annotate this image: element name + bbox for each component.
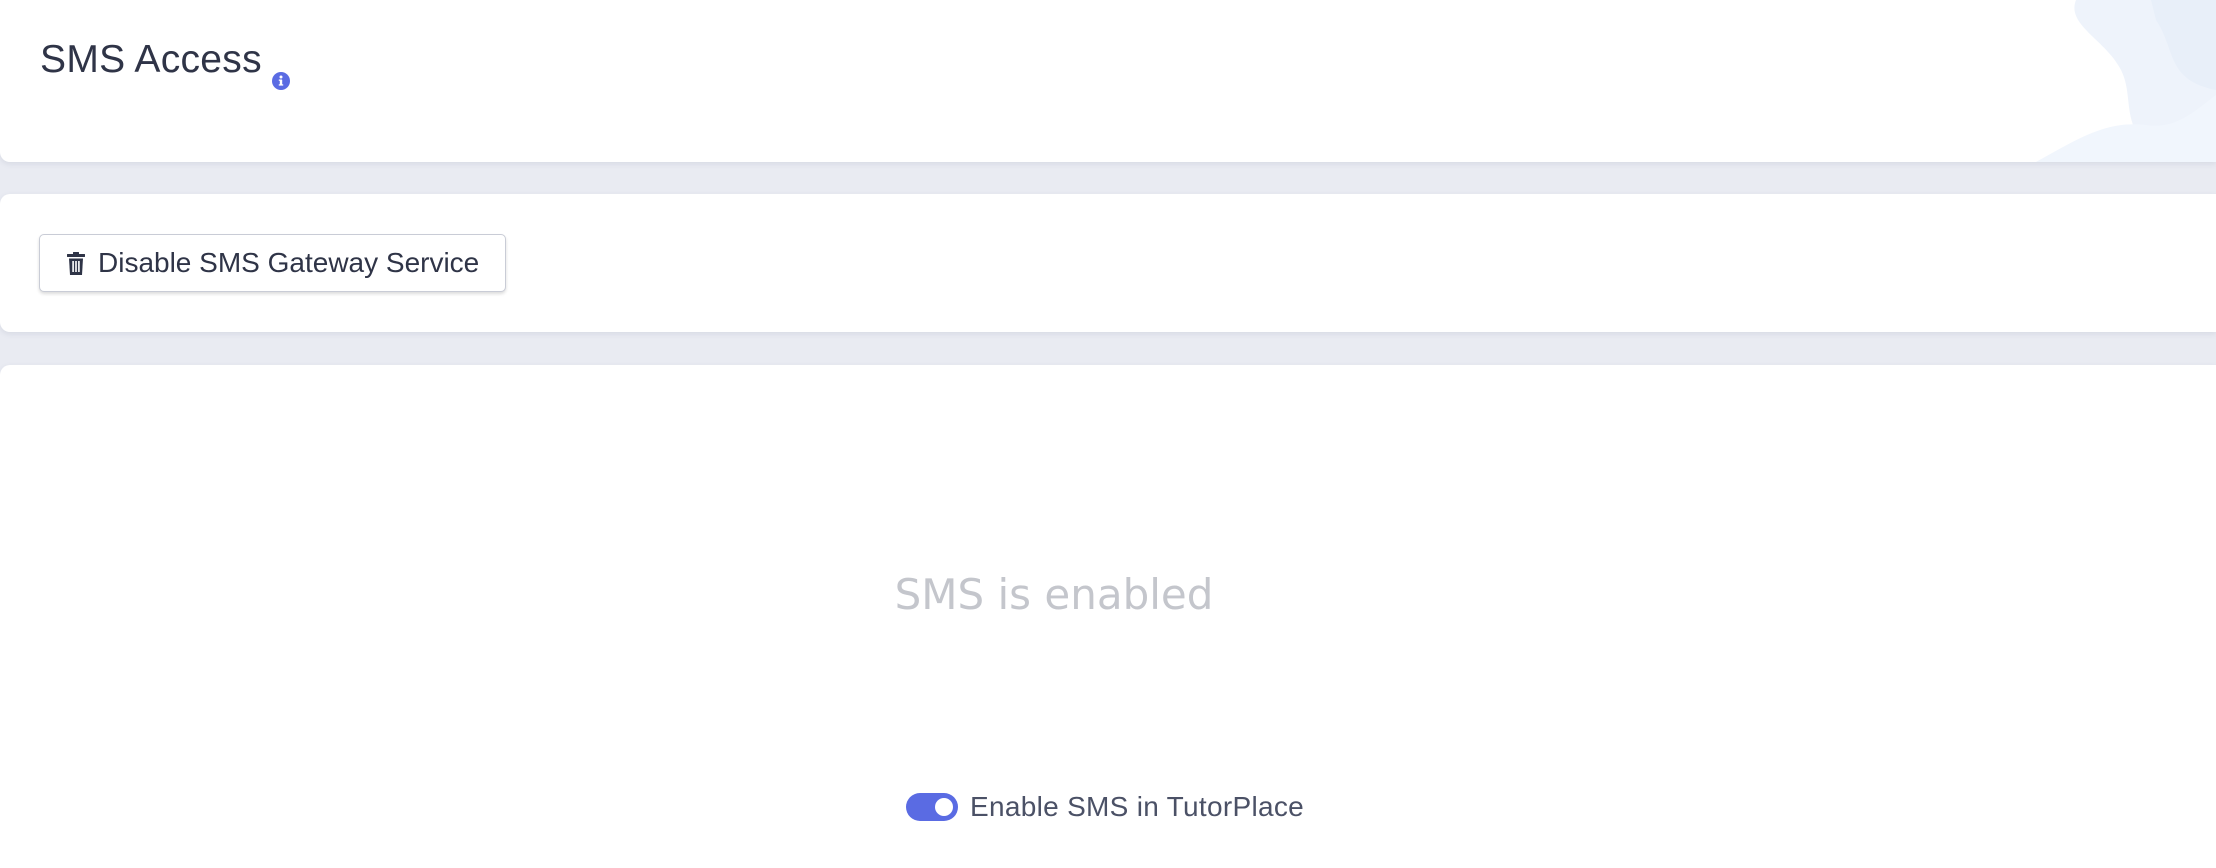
toggle-knob — [935, 798, 953, 816]
sms-status-panel: SMS is enabled Enable SMS in TutorPlace — [0, 365, 2216, 868]
trash-icon — [66, 251, 86, 275]
sms-status-text: SMS is enabled — [894, 570, 1214, 619]
page-header: SMS Access — [0, 0, 2216, 162]
decorative-wave-graphic — [2036, 0, 2216, 162]
enable-sms-toggle[interactable] — [906, 793, 958, 821]
enable-sms-toggle-label: Enable SMS in TutorPlace — [970, 791, 1305, 822]
page-title-text: SMS Access — [40, 38, 262, 81]
page-title: SMS Access — [40, 38, 290, 90]
disable-sms-gateway-button-label: Disable SMS Gateway Service — [98, 247, 480, 278]
info-icon[interactable] — [271, 56, 290, 90]
page: SMS Access Disable SMS Gateway Service S… — [0, 0, 2216, 868]
toolbar: Disable SMS Gateway Service — [0, 194, 2216, 332]
disable-sms-gateway-button[interactable]: Disable SMS Gateway Service — [39, 234, 507, 292]
enable-sms-toggle-row: Enable SMS in TutorPlace — [906, 791, 1304, 823]
